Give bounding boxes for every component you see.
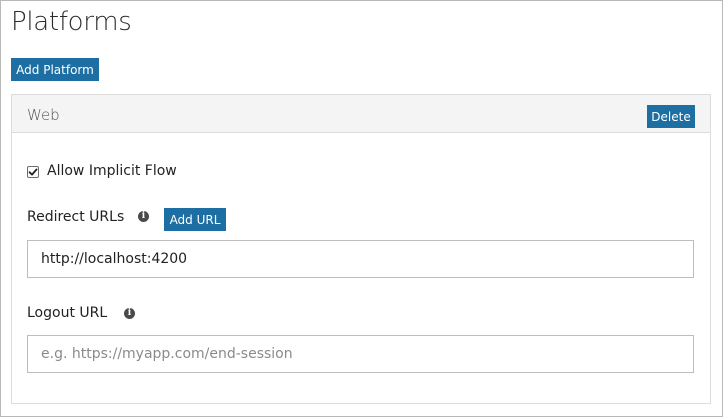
add-platform-button[interactable]: Add Platform — [11, 58, 99, 81]
info-icon[interactable]: i — [124, 308, 135, 319]
delete-platform-button[interactable]: Delete — [647, 105, 695, 128]
allow-implicit-flow-checkbox[interactable] — [27, 166, 39, 178]
redirect-urls-label: Redirect URLs — [27, 209, 125, 225]
info-icon[interactable]: i — [138, 211, 149, 222]
add-url-button[interactable]: Add URL — [164, 208, 226, 231]
logout-url-input[interactable] — [27, 335, 694, 373]
platform-name: Web — [27, 106, 60, 124]
checkmark-icon — [28, 168, 38, 176]
platform-panel-header: Web — [12, 95, 710, 133]
platforms-page: Platforms Add Platform Web Delete Allow … — [0, 0, 723, 417]
logout-url-label: Logout URL — [27, 305, 108, 321]
page-title: Platforms — [11, 7, 132, 37]
allow-implicit-flow-label: Allow Implicit Flow — [47, 163, 177, 179]
redirect-url-input[interactable] — [27, 240, 694, 278]
